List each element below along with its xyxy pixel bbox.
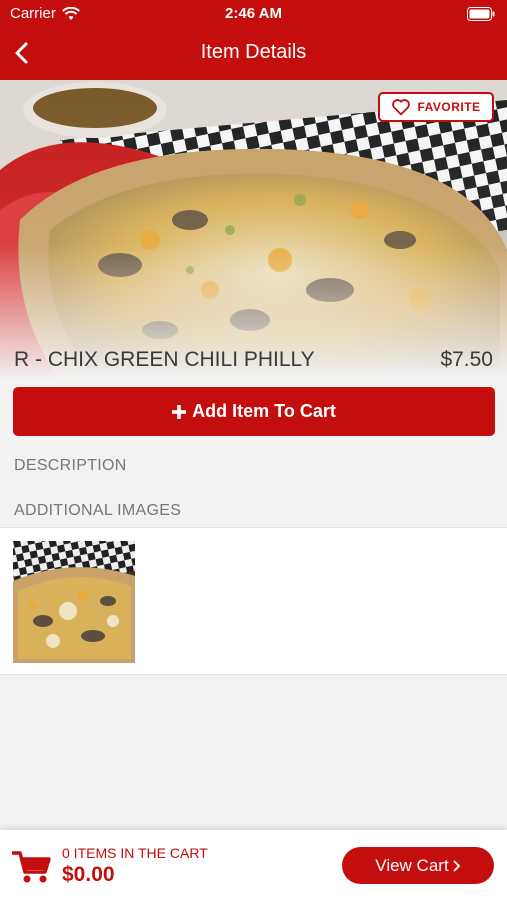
page-title: Item Details [200, 41, 307, 63]
navigation-bar: Item Details [0, 28, 507, 80]
plus-icon [172, 404, 187, 419]
status-time: 2:46 AM [225, 5, 282, 22]
view-cart-button[interactable]: View Cart [342, 847, 494, 884]
item-price: $7.50 [440, 348, 493, 371]
status-bar: Carrier 2:46 AM [0, 0, 507, 28]
shopping-cart-icon[interactable] [12, 850, 52, 884]
description-heading: DESCRIPTION [14, 457, 127, 474]
item-name: R - CHIX GREEN CHILI PHILLY [14, 348, 315, 371]
add-to-cart-button[interactable]: Add Item To Cart [13, 387, 495, 436]
favorite-label: FAVORITE [417, 100, 481, 114]
view-cart-label: View Cart [375, 855, 449, 875]
additional-images-strip [0, 527, 507, 675]
cart-summary-bar: 0 ITEMS IN THE CART $0.00 View Cart [0, 830, 507, 900]
item-hero-image [0, 80, 507, 380]
add-to-cart-label: Add Item To Cart [192, 401, 336, 421]
battery-icon [467, 7, 495, 21]
cart-item-count: 0 ITEMS IN THE CART [62, 845, 208, 861]
cart-total: $0.00 [62, 863, 115, 886]
additional-images-heading: ADDITIONAL IMAGES [14, 502, 182, 519]
additional-image-thumbnail[interactable] [13, 541, 135, 663]
chevron-right-icon [453, 860, 460, 871]
favorite-button[interactable]: FAVORITE [378, 92, 494, 122]
heart-icon [392, 99, 411, 116]
